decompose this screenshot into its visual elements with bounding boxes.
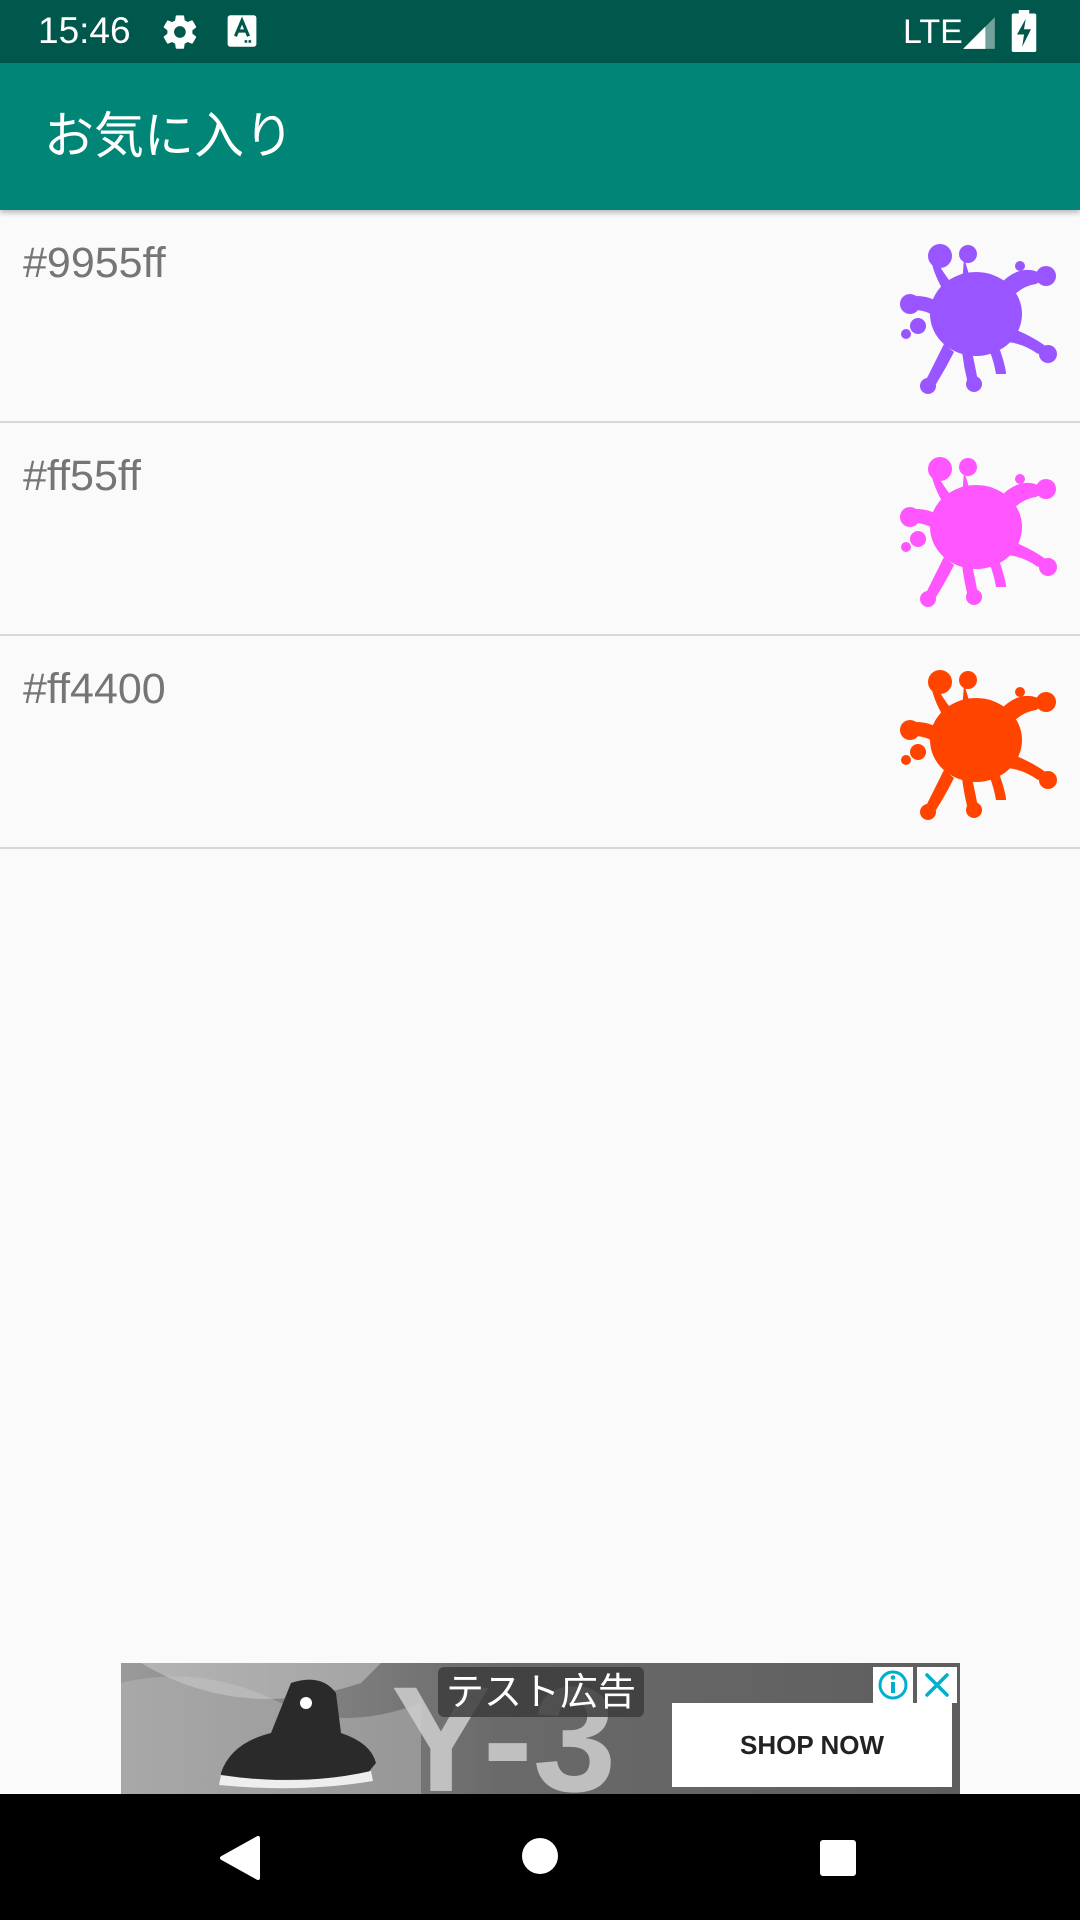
- network-type: LTE: [903, 13, 963, 51]
- status-bar: 15:46 LTE: [0, 0, 1080, 63]
- recents-icon[interactable]: [818, 1838, 858, 1878]
- page-title: お気に入り: [44, 107, 294, 165]
- paint-splat-icon: [900, 244, 1057, 394]
- list-item[interactable]: #ff55ff: [0, 423, 1080, 636]
- color-code-label: #9955ff: [23, 239, 166, 287]
- battery-charging-icon: [1011, 10, 1037, 52]
- back-icon[interactable]: [218, 1834, 262, 1882]
- close-icon[interactable]: [917, 1667, 957, 1703]
- gear-icon: [163, 15, 197, 49]
- keyboard-a-icon: [227, 15, 257, 47]
- list-item[interactable]: #ff4400: [0, 636, 1080, 849]
- list-item[interactable]: #9955ff: [0, 210, 1080, 423]
- paint-splat-icon: [900, 457, 1057, 607]
- paint-splat-icon: [900, 670, 1057, 820]
- navigation-bar: [0, 1794, 1080, 1920]
- shop-now-button[interactable]: SHOP NOW: [672, 1703, 952, 1787]
- signal-icon: [963, 17, 995, 49]
- info-icon[interactable]: [873, 1667, 913, 1703]
- home-icon[interactable]: [520, 1836, 560, 1876]
- ad-banner[interactable]: Y-3 テスト広告 SHOP NOW: [121, 1663, 960, 1794]
- app-bar: お気に入り: [0, 63, 1080, 210]
- color-code-label: #ff55ff: [23, 452, 141, 500]
- ad-test-label: テスト広告: [438, 1667, 645, 1717]
- status-time: 15:46: [38, 10, 131, 51]
- favorites-list: #9955ff #ff55ff #ff4400: [0, 210, 1080, 849]
- color-code-label: #ff4400: [23, 665, 166, 713]
